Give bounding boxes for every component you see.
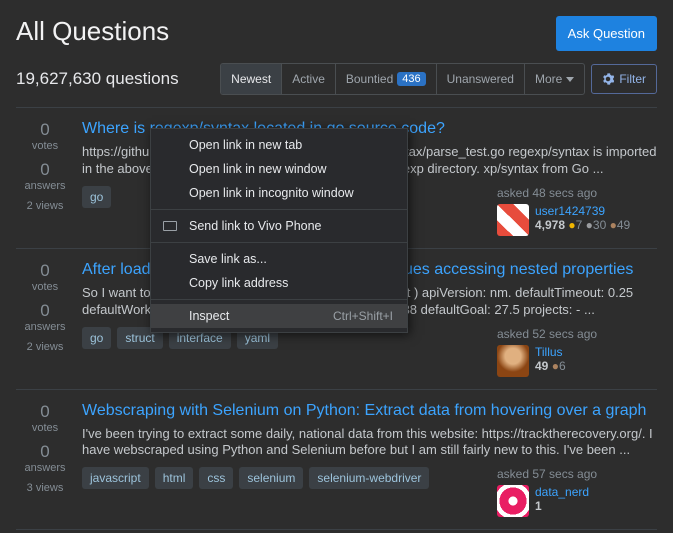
tag[interactable]: css [199, 467, 233, 489]
gear-icon [602, 73, 614, 85]
votes-count: 0 [16, 261, 74, 281]
answers-label: answers [16, 462, 74, 474]
filter-label: Filter [619, 72, 646, 86]
views-count: 2 views [16, 341, 74, 353]
user-link[interactable]: user1424739 [535, 204, 630, 218]
user-rep: 1 [535, 499, 542, 513]
votes-count: 0 [16, 120, 74, 140]
silver-badge-count: 30 [593, 218, 606, 232]
user-rep: 4,978 [535, 218, 565, 232]
avatar[interactable] [497, 345, 529, 377]
user-rep: 49 [535, 359, 548, 373]
context-menu: Open link in new tab Open link in new wi… [150, 128, 408, 333]
answers-count: 0 [16, 160, 74, 180]
tab-unanswered[interactable]: Unanswered [437, 64, 525, 94]
tab-more[interactable]: More [525, 64, 584, 94]
answers-count: 0 [16, 301, 74, 321]
bronze-badge-count: 6 [559, 359, 566, 373]
tab-bountied-label: Bountied [346, 72, 393, 86]
tab-active[interactable]: Active [282, 64, 336, 94]
ctx-send-to-phone[interactable]: Send link to Vivo Phone [151, 214, 407, 238]
question-item: 0votes 0answers 3 views Webscraping with… [16, 390, 657, 531]
ctx-inspect-shortcut: Ctrl+Shift+I [333, 309, 393, 323]
phone-icon [163, 221, 177, 231]
ctx-save-as[interactable]: Save link as... [151, 247, 407, 271]
ctx-open-new-window[interactable]: Open link in new window [151, 157, 407, 181]
avatar[interactable] [497, 485, 529, 517]
tag[interactable]: go [82, 327, 111, 349]
question-excerpt: I've been trying to extract some daily, … [82, 426, 657, 460]
votes-label: votes [16, 140, 74, 152]
avatar[interactable] [497, 204, 529, 236]
ctx-open-new-tab[interactable]: Open link in new tab [151, 133, 407, 157]
tab-more-label: More [535, 72, 562, 86]
asked-time: asked 57 secs ago [497, 467, 597, 481]
tag[interactable]: selenium-webdriver [309, 467, 429, 489]
gold-badge-count: 7 [576, 218, 583, 232]
silver-badge-icon: ● [586, 218, 593, 232]
tag[interactable]: selenium [239, 467, 303, 489]
ctx-separator [151, 242, 407, 243]
question-stats: 0votes 0answers 2 views [16, 261, 74, 377]
bountied-count-badge: 436 [397, 72, 425, 86]
ctx-send-label: Send link to Vivo Phone [189, 219, 322, 233]
user-link[interactable]: data_nerd [535, 485, 589, 499]
tag[interactable]: html [155, 467, 194, 489]
votes-count: 0 [16, 402, 74, 422]
ctx-inspect-label: Inspect [189, 309, 229, 323]
ctx-open-incognito[interactable]: Open link in incognito window [151, 181, 407, 205]
asked-time: asked 48 secs ago [497, 186, 597, 200]
question-stats: 0votes 0answers 3 views [16, 402, 74, 518]
tab-bountied[interactable]: Bountied 436 [336, 64, 437, 94]
ctx-inspect[interactable]: Inspect Ctrl+Shift+I [151, 304, 407, 328]
ctx-separator [151, 209, 407, 210]
ctx-copy-address[interactable]: Copy link address [151, 271, 407, 295]
asked-time: asked 52 secs ago [497, 327, 597, 341]
gold-badge-icon: ● [568, 218, 575, 232]
bronze-badge-icon: ● [610, 218, 617, 232]
votes-label: votes [16, 422, 74, 434]
ask-question-button[interactable]: Ask Question [556, 16, 657, 51]
views-count: 3 views [16, 482, 74, 494]
filter-button[interactable]: Filter [591, 64, 657, 94]
page-title: All Questions [16, 16, 169, 47]
question-count: 19,627,630 questions [16, 69, 179, 89]
views-count: 2 views [16, 200, 74, 212]
chevron-down-icon [566, 77, 574, 82]
sort-tabs: Newest Active Bountied 436 Unanswered Mo… [220, 63, 585, 95]
answers-label: answers [16, 180, 74, 192]
votes-label: votes [16, 281, 74, 293]
tab-newest[interactable]: Newest [221, 64, 282, 94]
user-link[interactable]: Tillus [535, 345, 566, 359]
bronze-badge-count: 49 [617, 218, 630, 232]
question-stats: 0votes 0answers 2 views [16, 120, 74, 236]
ctx-separator [151, 299, 407, 300]
tag[interactable]: go [82, 186, 111, 208]
bronze-badge-icon: ● [552, 359, 559, 373]
answers-count: 0 [16, 442, 74, 462]
answers-label: answers [16, 321, 74, 333]
tag[interactable]: javascript [82, 467, 149, 489]
question-title-link[interactable]: Webscraping with Selenium on Python: Ext… [82, 402, 657, 420]
